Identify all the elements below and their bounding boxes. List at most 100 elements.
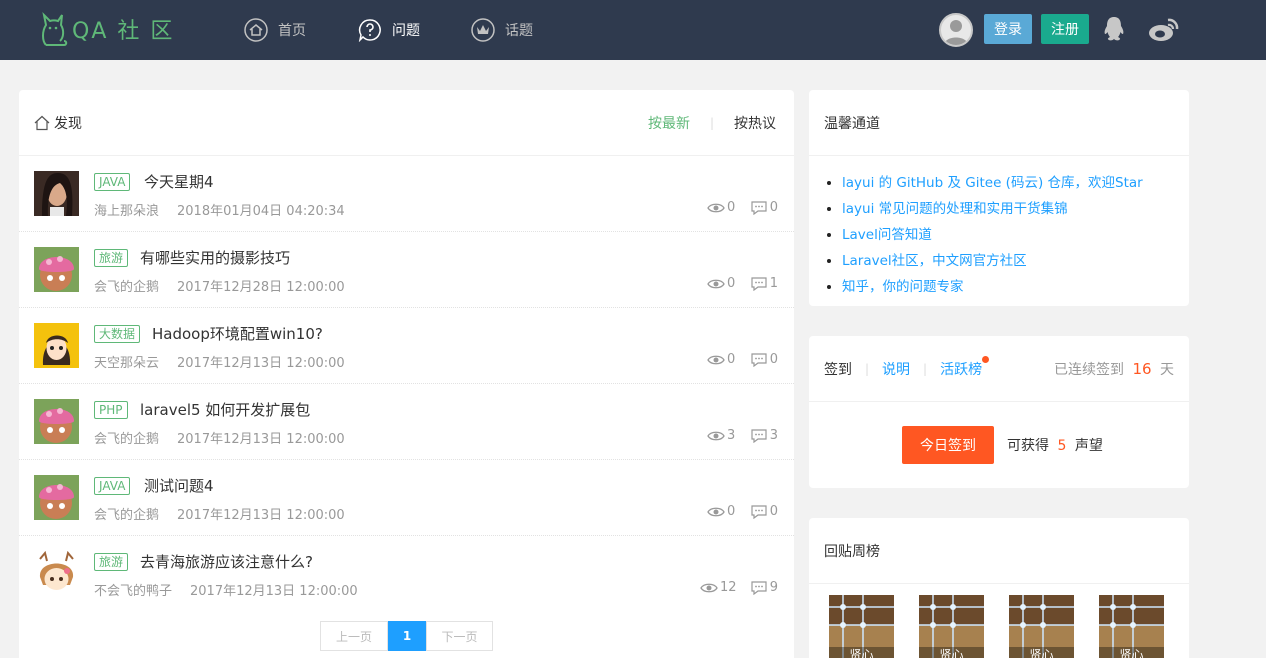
sign-streak: 已连续签到 16 天 — [1054, 359, 1174, 379]
avatar[interactable] — [34, 247, 79, 292]
view-count: 0 — [707, 352, 735, 367]
tag-badge[interactable]: JAVA — [94, 477, 131, 495]
tag-badge[interactable]: PHP — [94, 401, 128, 419]
avatar[interactable] — [34, 171, 79, 216]
rank-user-name: 贤心 — [1009, 647, 1074, 658]
prev-page-button[interactable]: 上一页 — [320, 621, 388, 651]
next-page-button[interactable]: 下一页 — [426, 621, 493, 651]
list-item[interactable]: 旅游 有哪些实用的摄影技巧 会飞的企鹅 2017年12月28日 12:00:00… — [19, 232, 794, 308]
view-count: 0 — [707, 276, 735, 291]
comment-icon — [750, 580, 768, 595]
reply-rank-panel: 回贴周榜 贤心 贤心 贤心 贤心 — [809, 518, 1189, 658]
view-count-value: 0 — [727, 276, 736, 291]
current-page[interactable]: 1 — [388, 621, 426, 651]
tag-badge[interactable]: JAVA — [94, 173, 131, 191]
tag-badge[interactable]: 大数据 — [94, 325, 141, 343]
login-button[interactable]: 登录 — [984, 14, 1032, 44]
quick-link[interactable]: 知乎，你的问题专家 — [842, 274, 1189, 300]
view-count: 3 — [707, 428, 735, 443]
default-user-icon — [944, 20, 968, 45]
avatar[interactable] — [34, 551, 79, 596]
question-list-panel: 发现 按最新 | 按热议 JAVA 今天星期4 海上那朵浪 2018年01月04… — [19, 90, 794, 658]
author-name[interactable]: 会飞的企鹅 — [94, 428, 159, 447]
rank-user[interactable]: 贤心 — [919, 595, 984, 658]
weibo-icon[interactable] — [1148, 17, 1180, 43]
crown-icon — [471, 18, 495, 42]
sign-in-tabs: 签到 | 说明 | 活跃榜 已连续签到 16 天 — [809, 336, 1189, 402]
list-header: 发现 按最新 | 按热议 — [19, 90, 794, 156]
eye-icon — [707, 277, 725, 291]
list-item[interactable]: 大数据 Hadoop环境配置win10? 天空那朵云 2017年12月13日 1… — [19, 308, 794, 384]
nav-topics[interactable]: 话题 — [471, 14, 533, 46]
comment-count-value: 1 — [769, 276, 778, 291]
comment-count-value: 9 — [769, 580, 778, 595]
comment-count-value: 3 — [769, 428, 778, 443]
author-name[interactable]: 会飞的企鹅 — [94, 504, 159, 523]
rank-user[interactable]: 贤心 — [829, 595, 894, 658]
view-count: 0 — [707, 200, 735, 215]
question-title[interactable]: Hadoop环境配置win10? — [152, 323, 323, 344]
author-name[interactable]: 不会飞的鸭子 — [94, 580, 172, 599]
sort-tabs: 按最新 | 按热议 — [648, 90, 776, 156]
avatar[interactable] — [34, 399, 79, 444]
post-time: 2017年12月13日 12:00:00 — [177, 508, 345, 523]
question-title[interactable]: 测试问题4 — [144, 475, 214, 496]
author-name[interactable]: 海上那朵浪 — [94, 200, 159, 219]
qq-icon[interactable] — [1102, 16, 1126, 42]
streak-suffix: 天 — [1160, 361, 1174, 378]
view-count: 0 — [707, 504, 735, 519]
comment-count-value: 0 — [769, 200, 778, 215]
nav-topics-label: 话题 — [505, 23, 533, 39]
author-name[interactable]: 天空那朵云 — [94, 352, 159, 371]
comment-icon — [750, 352, 768, 367]
quick-link[interactable]: layui 常见问题的处理和实用干货集锦 — [842, 196, 1189, 222]
rank-user-name: 贤心 — [919, 647, 984, 658]
avatar[interactable] — [34, 323, 79, 368]
notification-dot — [982, 355, 990, 363]
list-item[interactable]: JAVA 今天星期4 海上那朵浪 2018年01月04日 04:20:34 0 … — [19, 156, 794, 232]
nav-home[interactable]: 首页 — [244, 14, 306, 46]
quick-link[interactable]: Laravel社区，中文网官方社区 — [842, 248, 1189, 274]
sign-in-button[interactable]: 今日签到 — [902, 426, 994, 464]
tab-explain[interactable]: 说明 — [882, 359, 910, 379]
comment-count: 9 — [750, 580, 778, 595]
comment-icon — [750, 504, 768, 519]
rank-user-name: 贤心 — [829, 647, 894, 658]
top-header: QA 社 区 首页 问题 话题 登录 注册 — [0, 0, 1266, 60]
sign-in-panel: 签到 | 说明 | 活跃榜 已连续签到 16 天 今日签到 可获得 5 声望 — [809, 336, 1189, 488]
tag-badge[interactable]: 旅游 — [94, 553, 129, 571]
question-title[interactable]: laravel5 如何开发扩展包 — [140, 399, 310, 420]
view-count-value: 0 — [727, 200, 736, 215]
quick-links-title: 温馨通道 — [809, 90, 1189, 156]
quick-link[interactable]: Lavel问答知道 — [842, 222, 1189, 248]
quick-link[interactable]: layui 的 GitHub 及 Gitee (码云) 仓库，欢迎Star — [842, 170, 1189, 196]
question-title[interactable]: 有哪些实用的摄影技巧 — [140, 247, 290, 268]
avatar[interactable] — [34, 475, 79, 520]
author-name[interactable]: 会飞的企鹅 — [94, 276, 159, 295]
rank-user[interactable]: 贤心 — [1099, 595, 1164, 658]
question-title[interactable]: 去青海旅游应该注意什么? — [140, 551, 313, 572]
discover-title: 发现 — [34, 113, 82, 133]
list-item[interactable]: PHP laravel5 如何开发扩展包 会飞的企鹅 2017年12月13日 1… — [19, 384, 794, 460]
list-item[interactable]: JAVA 测试问题4 会飞的企鹅 2017年12月13日 12:00:00 0 … — [19, 460, 794, 536]
tab-sign-in[interactable]: 签到 — [824, 359, 852, 379]
tag-badge[interactable]: 旅游 — [94, 249, 129, 267]
site-logo[interactable]: QA 社 区 — [40, 10, 174, 48]
sort-hot[interactable]: 按热议 — [734, 113, 776, 133]
comment-icon — [750, 276, 768, 291]
register-button[interactable]: 注册 — [1041, 14, 1089, 44]
question-title[interactable]: 今天星期4 — [144, 171, 214, 192]
user-avatar[interactable] — [939, 13, 973, 47]
comment-icon — [750, 428, 768, 443]
tab-active-rank-label: 活跃榜 — [940, 361, 983, 378]
sort-newest[interactable]: 按最新 — [648, 113, 690, 133]
eye-icon — [707, 429, 725, 443]
list-item[interactable]: 旅游 去青海旅游应该注意什么? 不会飞的鸭子 2017年12月13日 12:00… — [19, 536, 794, 612]
cat-logo-icon — [42, 11, 68, 46]
rank-user[interactable]: 贤心 — [1009, 595, 1074, 658]
nav-questions[interactable]: 问题 — [358, 14, 420, 46]
comment-count: 3 — [750, 428, 778, 443]
tab-active-rank[interactable]: 活跃榜 — [940, 355, 990, 379]
question-icon — [358, 18, 382, 42]
nav-home-label: 首页 — [278, 23, 306, 39]
